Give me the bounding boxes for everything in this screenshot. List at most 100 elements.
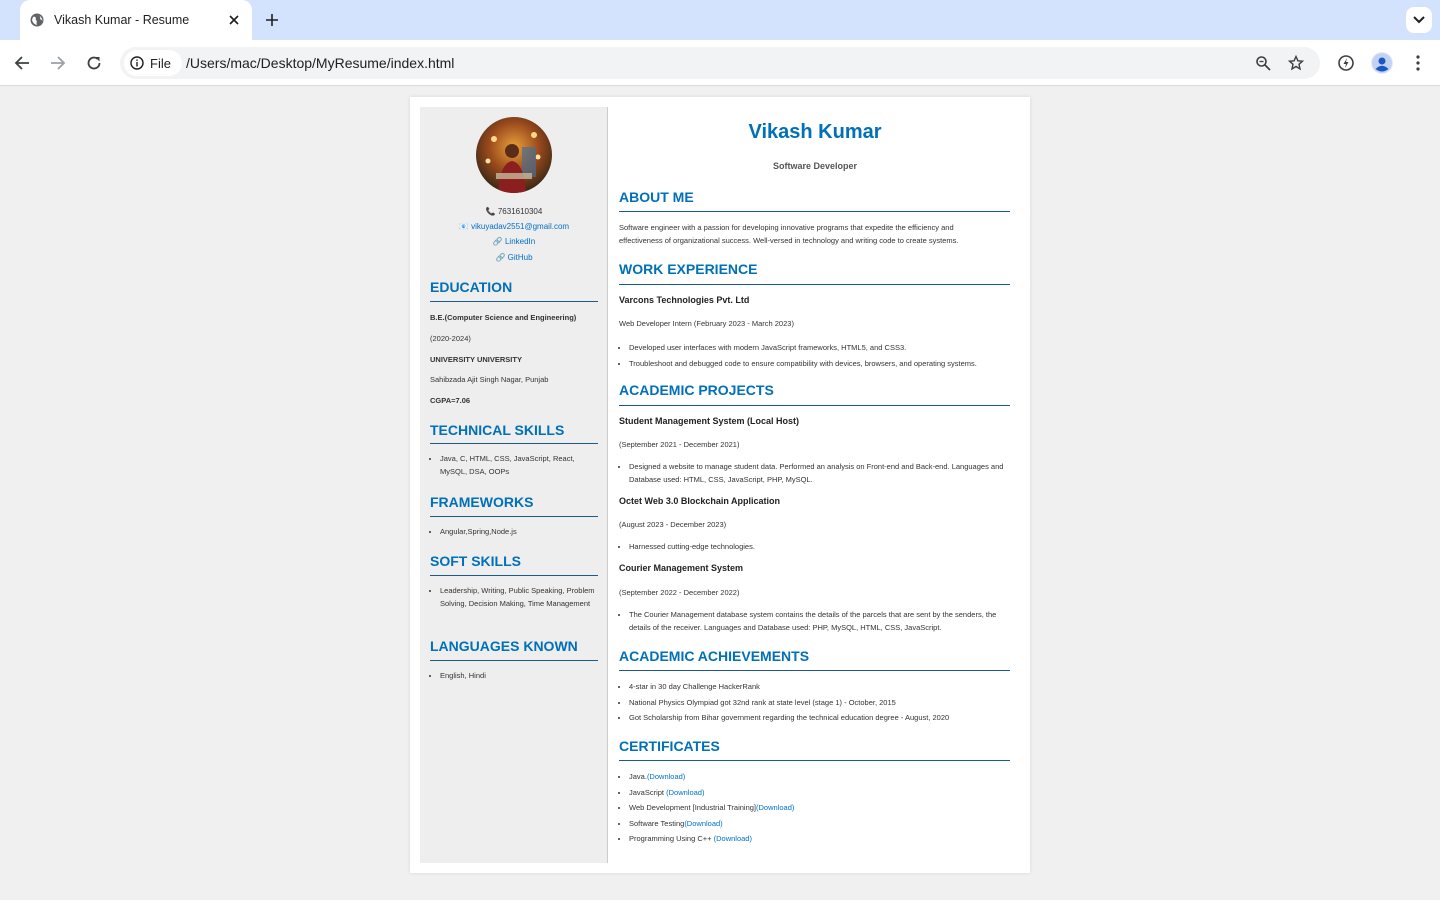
divider — [619, 211, 1010, 212]
download-link[interactable]: (Download) — [756, 803, 794, 812]
languages-heading: LANGUAGES KNOWN — [430, 638, 578, 654]
download-link[interactable]: (Download) — [666, 788, 704, 797]
education-heading: EDUCATION — [430, 279, 513, 295]
cgpa-text: CGPA=7.06 — [430, 396, 471, 405]
resume-name: Vikash Kumar — [748, 121, 882, 143]
frameworks-list: Angular,Spring,Node.js — [430, 526, 598, 539]
new-tab-icon[interactable] — [262, 10, 282, 30]
education-years: (2020-2024) — [430, 334, 471, 343]
degree-text: B.E.(Computer Science and Engineering) — [430, 313, 577, 322]
tab-title: Vikash Kumar - Resume — [54, 13, 190, 27]
list-item: Software Testing(Download) — [629, 816, 1011, 832]
list-item: English, Hindi — [440, 670, 598, 683]
list-item: Got Scholarship from Bihar government re… — [629, 710, 1011, 726]
tab-resume[interactable]: Vikash Kumar - Resume — [20, 0, 252, 40]
info-icon — [130, 56, 144, 70]
soft-skills-heading: SOFT SKILLS — [430, 553, 521, 569]
university-name: UNIVERSITY UNIVERSITY — [430, 355, 522, 364]
divider — [619, 405, 1010, 406]
divider — [619, 760, 1010, 761]
linkedin-row: 🔗 LinkedIn — [420, 237, 608, 246]
tab-search-chevron-icon[interactable] — [1406, 7, 1432, 33]
divider — [430, 575, 598, 576]
project-title: Student Management System (Local Host) — [619, 416, 800, 426]
email-icon: 📧 — [458, 222, 472, 231]
project-list: Harnessed cutting-edge technologies. — [619, 540, 1011, 553]
link-icon: 🔗 — [492, 237, 505, 246]
profile-photo — [476, 117, 552, 193]
phone-text: 📞 7631610304 — [485, 207, 543, 216]
email-row: 📧 vikuyadav2551@gmail.com — [420, 222, 608, 231]
list-item: 4-star in 30 day Challenge HackerRank — [629, 679, 1011, 695]
reload-icon[interactable] — [83, 52, 105, 74]
list-item: The Courier Management database system c… — [629, 608, 1011, 634]
work-position: Web Developer Intern (February 2023 - Ma… — [619, 319, 794, 328]
browser-toolbar: File /Users/mac/Desktop/MyResume/index.h… — [0, 40, 1440, 86]
email-link[interactable]: vikuyadav2551@gmail.com — [471, 222, 569, 231]
achievements-list: 4-star in 30 day Challenge HackerRank Na… — [619, 679, 1011, 726]
certificates-heading: CERTIFICATES — [619, 738, 720, 754]
list-item: Troubleshoot and debugged code to ensure… — [629, 356, 1011, 372]
github-row: 🔗 GitHub — [420, 253, 608, 262]
performance-icon[interactable] — [1335, 52, 1357, 74]
achievements-heading: ACADEMIC ACHIEVEMENTS — [619, 648, 810, 664]
site-info-chip[interactable]: File — [124, 50, 182, 76]
certificate-name: JavaScript — [629, 787, 667, 797]
about-heading: ABOUT ME — [619, 189, 694, 205]
list-item: Programming Using C++ (Download) — [629, 831, 1011, 847]
url-text[interactable]: /Users/mac/Desktop/MyResume/index.html — [186, 55, 454, 71]
frameworks-heading: FRAMEWORKS — [430, 494, 534, 510]
list-item: Java.(Download) — [629, 769, 1011, 785]
list-item: Leadership, Writing, Public Speaking, Pr… — [440, 585, 598, 610]
divider — [619, 670, 1010, 671]
globe-icon — [30, 13, 44, 27]
technical-skills-heading: TECHNICAL SKILLS — [430, 422, 565, 438]
languages-list: English, Hindi — [430, 670, 598, 683]
download-link[interactable]: (Download) — [714, 834, 752, 843]
link-icon: 🔗 — [495, 253, 508, 262]
resume-page: 📞 7631610304 📧 vikuyadav2551@gmail.com 🔗… — [410, 97, 1030, 873]
download-link[interactable]: (Download) — [684, 819, 722, 828]
project-dates: (September 2022 - December 2022) — [619, 588, 740, 597]
list-item: Java, C, HTML, CSS, JavaScript, React, M… — [440, 453, 598, 478]
bookmark-star-icon[interactable] — [1287, 54, 1305, 72]
divider — [430, 443, 598, 444]
profile-avatar-icon[interactable] — [1371, 52, 1393, 74]
close-tab-icon[interactable] — [226, 12, 242, 28]
university-location: Sahibzada Ajit Singh Nagar, Punjab — [430, 375, 549, 384]
resume-sidebar: 📞 7631610304 📧 vikuyadav2551@gmail.com 🔗… — [420, 107, 608, 863]
about-text: Software engineer with a passion for dev… — [619, 223, 959, 245]
zoom-icon[interactable] — [1254, 54, 1272, 72]
back-arrow-icon[interactable] — [11, 52, 33, 74]
project-list: Designed a website to manage student dat… — [619, 460, 1011, 486]
certificate-name: Java. — [629, 772, 647, 781]
github-link[interactable]: GitHub — [508, 253, 533, 262]
project-title: Courier Management System — [619, 563, 744, 573]
download-link[interactable]: (Download) — [647, 772, 685, 781]
project-title: Octet Web 3.0 Blockchain Application — [619, 496, 781, 506]
forward-arrow-icon[interactable] — [47, 52, 69, 74]
certificate-name: Programming Using C++ — [629, 834, 714, 843]
project-list: The Courier Management database system c… — [619, 608, 1011, 634]
work-heading: WORK EXPERIENCE — [619, 261, 758, 277]
divider — [430, 301, 598, 302]
tab-strip: Vikash Kumar - Resume — [0, 0, 1440, 40]
certificates-list: Java.(Download) JavaScript (Download) We… — [619, 769, 1011, 847]
resume-role: Software Developer — [772, 161, 858, 171]
certificate-name: Software Testing — [629, 818, 685, 828]
list-item: Harnessed cutting-edge technologies. — [629, 540, 1011, 553]
list-item: Web Development [Industrial Training](Do… — [629, 800, 1011, 816]
address-bar[interactable]: File /Users/mac/Desktop/MyResume/index.h… — [120, 47, 1320, 79]
soft-skills-list: Leadership, Writing, Public Speaking, Pr… — [430, 585, 598, 610]
projects-heading: ACADEMIC PROJECTS — [619, 382, 774, 398]
more-menu-icon[interactable] — [1407, 52, 1429, 74]
project-dates: (August 2023 - December 2023) — [619, 520, 727, 529]
list-item: National Physics Olympiad got 32nd rank … — [629, 695, 1011, 711]
list-item: JavaScript (Download) — [629, 785, 1011, 801]
list-item: Angular,Spring,Node.js — [440, 526, 598, 539]
work-list: Developed user interfaces with modern Ja… — [619, 340, 1011, 371]
linkedin-link[interactable]: LinkedIn — [505, 237, 535, 246]
list-item: Developed user interfaces with modern Ja… — [629, 340, 1011, 356]
company-name: Varcons Technologies Pvt. Ltd — [619, 295, 750, 305]
technical-skills-list: Java, C, HTML, CSS, JavaScript, React, M… — [430, 453, 598, 478]
